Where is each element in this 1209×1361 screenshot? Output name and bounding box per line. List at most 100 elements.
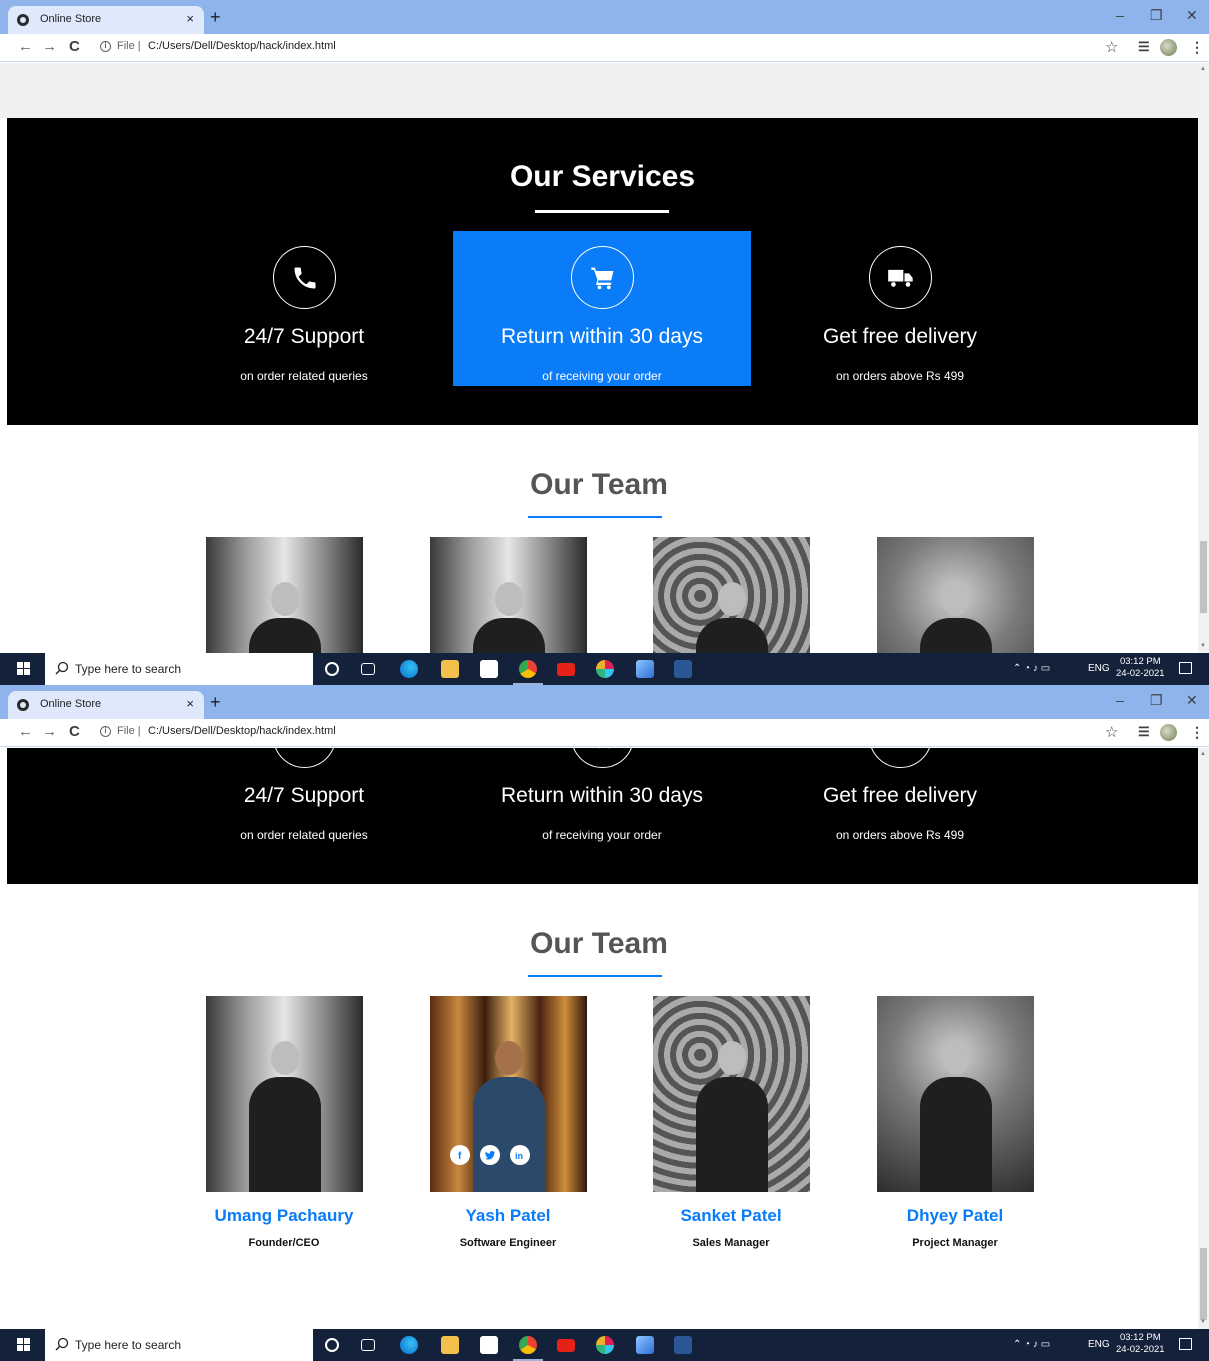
forward-arrow-icon[interactable]: → [42, 39, 57, 55]
clock-date: 24-02-2021 [1116, 1344, 1165, 1355]
tray-icons[interactable]: ⌃ ◔ ♪ ▭ [1013, 1339, 1050, 1350]
tab-close-icon[interactable]: × [186, 11, 194, 26]
task-view-icon[interactable] [361, 663, 375, 675]
kebab-menu-icon[interactable]: ⋮ [1190, 39, 1204, 56]
phone-icon [273, 748, 336, 768]
taskbar-search-box[interactable]: Type here to search [45, 653, 313, 685]
scroll-up-arrow-icon[interactable]: ▲ [1200, 66, 1206, 72]
linkedin-icon[interactable]: in [510, 1145, 530, 1165]
file-explorer-icon[interactable] [441, 660, 459, 678]
info-icon[interactable]: i [100, 41, 111, 52]
reload-icon[interactable]: C [69, 39, 80, 55]
store-icon[interactable] [480, 660, 498, 678]
file-explorer-icon[interactable] [441, 1336, 459, 1354]
clock[interactable]: 03:12 PM 24-02-2021 [1116, 1332, 1165, 1356]
forward-arrow-icon[interactable]: → [42, 724, 57, 740]
close-window-button[interactable]: ✕ [1186, 693, 1198, 707]
reload-icon[interactable]: C [69, 724, 80, 740]
service-return[interactable]: Return within 30 days of receiving your … [453, 748, 751, 845]
title-underline [528, 975, 662, 977]
service-support: 24/7 Support on order related queries [155, 231, 453, 386]
new-tab-button[interactable]: + [210, 693, 221, 711]
scroll-down-arrow-icon[interactable]: ▼ [1200, 643, 1206, 649]
profile-avatar[interactable] [1160, 39, 1177, 56]
app-icon[interactable] [636, 660, 654, 678]
youtube-icon[interactable] [557, 663, 575, 676]
windows-start-icon[interactable] [17, 662, 31, 676]
service-subtitle: of receiving your order [542, 828, 662, 842]
scrollbar[interactable]: ▲ ▼ [1198, 63, 1209, 653]
services-title: Our Services [509, 160, 696, 193]
member-role: Founder/CEO [248, 1237, 320, 1249]
member-role: Software Engineer [459, 1237, 557, 1249]
tray-icons[interactable]: ⌃ ◔ ♪ ▭ [1013, 663, 1050, 674]
task-view-icon[interactable] [361, 1339, 375, 1351]
service-return[interactable]: Return within 30 days of receiving your … [453, 231, 751, 386]
svg-text:in: in [515, 1151, 523, 1161]
youtube-icon[interactable] [557, 1339, 575, 1352]
new-tab-button[interactable]: + [210, 8, 221, 26]
cortana-icon[interactable] [325, 662, 339, 676]
globe-icon [17, 699, 29, 711]
cart-icon [571, 246, 634, 309]
windows-taskbar: Type here to search ⌃ ◔ ♪ ▭ ENG 03:12 PM… [0, 1329, 1209, 1361]
back-arrow-icon[interactable]: ← [18, 724, 33, 740]
star-icon[interactable]: ☆ [1105, 723, 1118, 741]
scroll-down-arrow-icon[interactable]: ▼ [1200, 1319, 1206, 1325]
chrome-icon[interactable] [519, 660, 537, 678]
minimize-button[interactable]: – [1116, 693, 1124, 707]
cortana-icon[interactable] [325, 1338, 339, 1352]
scroll-thumb[interactable] [1200, 1248, 1207, 1320]
browser-tab[interactable]: Online Store × [8, 691, 204, 719]
profile-avatar[interactable] [1160, 724, 1177, 741]
slack-icon[interactable] [596, 660, 614, 678]
scroll-thumb[interactable] [1200, 541, 1207, 613]
tab-title: Online Store [40, 698, 102, 710]
service-name: Get free delivery [822, 325, 978, 348]
slack-icon[interactable] [596, 1336, 614, 1354]
edge-icon[interactable] [400, 660, 418, 678]
notification-icon[interactable] [1179, 1338, 1192, 1350]
back-arrow-icon[interactable]: ← [18, 39, 33, 55]
close-window-button[interactable]: ✕ [1186, 8, 1198, 22]
clock[interactable]: 03:12 PM 24-02-2021 [1116, 656, 1165, 680]
kebab-menu-icon[interactable]: ⋮ [1190, 724, 1204, 741]
notification-icon[interactable] [1179, 662, 1192, 674]
tab-close-icon[interactable]: × [186, 696, 194, 711]
app-icon[interactable] [636, 1336, 654, 1354]
service-delivery: Get free delivery on orders above Rs 499 [751, 748, 1049, 845]
windows-start-icon[interactable] [17, 1338, 31, 1352]
edge-icon[interactable] [400, 1336, 418, 1354]
url-field[interactable]: C:/Users/Dell/Desktop/hack/index.html [148, 725, 336, 737]
title-underline [535, 210, 669, 213]
member-photo [877, 537, 1034, 653]
word-icon[interactable] [674, 1336, 692, 1354]
reading-list-icon[interactable]: ☰ [1138, 39, 1150, 55]
scrollbar[interactable]: ▲ ▼ [1198, 748, 1209, 1329]
language-indicator[interactable]: ENG [1088, 1339, 1110, 1350]
language-indicator[interactable]: ENG [1088, 663, 1110, 674]
screenshot-bottom: Online Store × + – ❐ ✕ ← → C i File | C:… [0, 685, 1209, 1361]
star-icon[interactable]: ☆ [1105, 38, 1118, 56]
url-field[interactable]: C:/Users/Dell/Desktop/hack/index.html [148, 40, 336, 52]
store-icon[interactable] [480, 1336, 498, 1354]
member-photo [653, 537, 810, 653]
scroll-up-arrow-icon[interactable]: ▲ [1200, 751, 1206, 757]
reading-list-icon[interactable]: ☰ [1138, 724, 1150, 740]
info-icon[interactable]: i [100, 726, 111, 737]
chrome-icon[interactable] [519, 1336, 537, 1354]
service-subtitle: on orders above Rs 499 [835, 369, 965, 383]
tab-title: Online Store [40, 13, 102, 25]
minimize-button[interactable]: – [1116, 8, 1124, 22]
restore-button[interactable]: ❐ [1150, 8, 1163, 22]
twitter-icon[interactable] [480, 1145, 500, 1165]
search-icon [55, 1337, 69, 1351]
restore-button[interactable]: ❐ [1150, 693, 1163, 707]
team-title: Our Team [530, 927, 668, 960]
taskbar-search-box[interactable]: Type here to search [45, 1329, 313, 1361]
browser-tab[interactable]: Online Store × [8, 6, 204, 34]
truck-icon [869, 246, 932, 309]
member-photo [206, 996, 363, 1192]
word-icon[interactable] [674, 660, 692, 678]
facebook-icon[interactable]: f [450, 1145, 470, 1165]
